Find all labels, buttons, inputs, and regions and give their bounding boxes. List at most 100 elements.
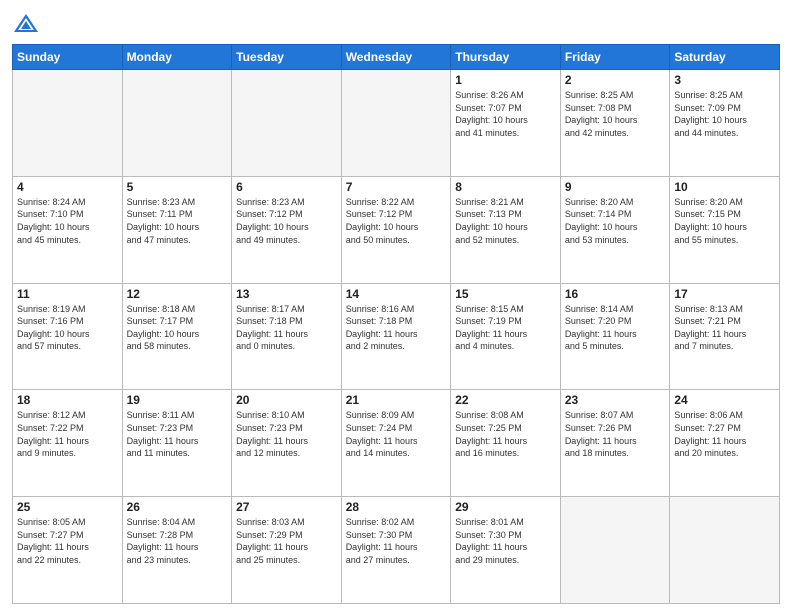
day-info: Sunrise: 8:23 AM Sunset: 7:12 PM Dayligh… bbox=[236, 196, 337, 246]
day-info: Sunrise: 8:11 AM Sunset: 7:23 PM Dayligh… bbox=[127, 409, 228, 459]
day-info: Sunrise: 8:18 AM Sunset: 7:17 PM Dayligh… bbox=[127, 303, 228, 353]
day-info: Sunrise: 8:20 AM Sunset: 7:14 PM Dayligh… bbox=[565, 196, 666, 246]
calendar-cell: 11 Sunrise: 8:19 AM Sunset: 7:16 PM Dayli… bbox=[13, 283, 123, 390]
week-row-0: 1 Sunrise: 8:26 AM Sunset: 7:07 PM Daylig… bbox=[13, 70, 780, 177]
page: SundayMondayTuesdayWednesdayThursdayFrid… bbox=[0, 0, 792, 612]
calendar-cell: 29 Sunrise: 8:01 AM Sunset: 7:30 PM Dayli… bbox=[451, 497, 561, 604]
day-number: 16 bbox=[565, 287, 666, 301]
logo bbox=[12, 10, 44, 38]
day-number: 1 bbox=[455, 73, 556, 87]
day-number: 26 bbox=[127, 500, 228, 514]
day-number: 19 bbox=[127, 393, 228, 407]
weekday-header-row: SundayMondayTuesdayWednesdayThursdayFrid… bbox=[13, 45, 780, 70]
day-number: 23 bbox=[565, 393, 666, 407]
weekday-header-friday: Friday bbox=[560, 45, 670, 70]
calendar-cell: 7 Sunrise: 8:22 AM Sunset: 7:12 PM Daylig… bbox=[341, 176, 451, 283]
calendar-cell: 27 Sunrise: 8:03 AM Sunset: 7:29 PM Dayli… bbox=[232, 497, 342, 604]
weekday-header-monday: Monday bbox=[122, 45, 232, 70]
day-info: Sunrise: 8:07 AM Sunset: 7:26 PM Dayligh… bbox=[565, 409, 666, 459]
calendar-cell bbox=[560, 497, 670, 604]
weekday-header-tuesday: Tuesday bbox=[232, 45, 342, 70]
calendar-cell: 19 Sunrise: 8:11 AM Sunset: 7:23 PM Dayli… bbox=[122, 390, 232, 497]
day-info: Sunrise: 8:02 AM Sunset: 7:30 PM Dayligh… bbox=[346, 516, 447, 566]
week-row-2: 11 Sunrise: 8:19 AM Sunset: 7:16 PM Dayli… bbox=[13, 283, 780, 390]
calendar-cell: 20 Sunrise: 8:10 AM Sunset: 7:23 PM Dayli… bbox=[232, 390, 342, 497]
day-number: 7 bbox=[346, 180, 447, 194]
calendar-cell: 6 Sunrise: 8:23 AM Sunset: 7:12 PM Daylig… bbox=[232, 176, 342, 283]
calendar-cell: 4 Sunrise: 8:24 AM Sunset: 7:10 PM Daylig… bbox=[13, 176, 123, 283]
day-info: Sunrise: 8:16 AM Sunset: 7:18 PM Dayligh… bbox=[346, 303, 447, 353]
day-info: Sunrise: 8:25 AM Sunset: 7:08 PM Dayligh… bbox=[565, 89, 666, 139]
weekday-header-wednesday: Wednesday bbox=[341, 45, 451, 70]
calendar-cell: 23 Sunrise: 8:07 AM Sunset: 7:26 PM Dayli… bbox=[560, 390, 670, 497]
day-number: 28 bbox=[346, 500, 447, 514]
calendar-cell bbox=[122, 70, 232, 177]
calendar-cell: 5 Sunrise: 8:23 AM Sunset: 7:11 PM Daylig… bbox=[122, 176, 232, 283]
day-info: Sunrise: 8:22 AM Sunset: 7:12 PM Dayligh… bbox=[346, 196, 447, 246]
day-number: 18 bbox=[17, 393, 118, 407]
day-number: 27 bbox=[236, 500, 337, 514]
day-number: 24 bbox=[674, 393, 775, 407]
calendar-cell: 15 Sunrise: 8:15 AM Sunset: 7:19 PM Dayli… bbox=[451, 283, 561, 390]
calendar-cell: 17 Sunrise: 8:13 AM Sunset: 7:21 PM Dayli… bbox=[670, 283, 780, 390]
week-row-1: 4 Sunrise: 8:24 AM Sunset: 7:10 PM Daylig… bbox=[13, 176, 780, 283]
day-number: 8 bbox=[455, 180, 556, 194]
calendar-cell: 24 Sunrise: 8:06 AM Sunset: 7:27 PM Dayli… bbox=[670, 390, 780, 497]
day-number: 13 bbox=[236, 287, 337, 301]
calendar-cell bbox=[341, 70, 451, 177]
day-number: 11 bbox=[17, 287, 118, 301]
day-number: 25 bbox=[17, 500, 118, 514]
calendar-cell: 25 Sunrise: 8:05 AM Sunset: 7:27 PM Dayli… bbox=[13, 497, 123, 604]
week-row-3: 18 Sunrise: 8:12 AM Sunset: 7:22 PM Dayli… bbox=[13, 390, 780, 497]
calendar-cell bbox=[13, 70, 123, 177]
day-info: Sunrise: 8:12 AM Sunset: 7:22 PM Dayligh… bbox=[17, 409, 118, 459]
calendar-cell: 16Sunrise: 8:14 AM Sunset: 7:20 PM Dayli… bbox=[560, 283, 670, 390]
day-info: Sunrise: 8:08 AM Sunset: 7:25 PM Dayligh… bbox=[455, 409, 556, 459]
calendar-cell: 3Sunrise: 8:25 AM Sunset: 7:09 PM Daylig… bbox=[670, 70, 780, 177]
calendar-cell: 8 Sunrise: 8:21 AM Sunset: 7:13 PM Daylig… bbox=[451, 176, 561, 283]
day-info: Sunrise: 8:24 AM Sunset: 7:10 PM Dayligh… bbox=[17, 196, 118, 246]
calendar-cell: 2Sunrise: 8:25 AM Sunset: 7:08 PM Daylig… bbox=[560, 70, 670, 177]
day-number: 22 bbox=[455, 393, 556, 407]
day-info: Sunrise: 8:06 AM Sunset: 7:27 PM Dayligh… bbox=[674, 409, 775, 459]
day-info: Sunrise: 8:26 AM Sunset: 7:07 PM Dayligh… bbox=[455, 89, 556, 139]
weekday-header-thursday: Thursday bbox=[451, 45, 561, 70]
weekday-header-sunday: Sunday bbox=[13, 45, 123, 70]
calendar-body: 1 Sunrise: 8:26 AM Sunset: 7:07 PM Daylig… bbox=[13, 70, 780, 604]
calendar-cell bbox=[232, 70, 342, 177]
day-info: Sunrise: 8:05 AM Sunset: 7:27 PM Dayligh… bbox=[17, 516, 118, 566]
logo-icon bbox=[12, 10, 40, 38]
day-number: 17 bbox=[674, 287, 775, 301]
calendar-cell: 12 Sunrise: 8:18 AM Sunset: 7:17 PM Dayli… bbox=[122, 283, 232, 390]
header bbox=[12, 10, 780, 38]
calendar-cell: 26 Sunrise: 8:04 AM Sunset: 7:28 PM Dayli… bbox=[122, 497, 232, 604]
day-number: 9 bbox=[565, 180, 666, 194]
calendar: SundayMondayTuesdayWednesdayThursdayFrid… bbox=[12, 44, 780, 604]
day-number: 15 bbox=[455, 287, 556, 301]
weekday-header-saturday: Saturday bbox=[670, 45, 780, 70]
day-info: Sunrise: 8:13 AM Sunset: 7:21 PM Dayligh… bbox=[674, 303, 775, 353]
calendar-cell: 9 Sunrise: 8:20 AM Sunset: 7:14 PM Daylig… bbox=[560, 176, 670, 283]
day-info: Sunrise: 8:04 AM Sunset: 7:28 PM Dayligh… bbox=[127, 516, 228, 566]
day-number: 20 bbox=[236, 393, 337, 407]
day-info: Sunrise: 8:03 AM Sunset: 7:29 PM Dayligh… bbox=[236, 516, 337, 566]
calendar-cell: 21 Sunrise: 8:09 AM Sunset: 7:24 PM Dayli… bbox=[341, 390, 451, 497]
day-info: Sunrise: 8:19 AM Sunset: 7:16 PM Dayligh… bbox=[17, 303, 118, 353]
day-info: Sunrise: 8:20 AM Sunset: 7:15 PM Dayligh… bbox=[674, 196, 775, 246]
day-info: Sunrise: 8:15 AM Sunset: 7:19 PM Dayligh… bbox=[455, 303, 556, 353]
day-info: Sunrise: 8:21 AM Sunset: 7:13 PM Dayligh… bbox=[455, 196, 556, 246]
day-number: 29 bbox=[455, 500, 556, 514]
calendar-cell: 14Sunrise: 8:16 AM Sunset: 7:18 PM Dayli… bbox=[341, 283, 451, 390]
day-number: 4 bbox=[17, 180, 118, 194]
day-info: Sunrise: 8:10 AM Sunset: 7:23 PM Dayligh… bbox=[236, 409, 337, 459]
calendar-cell: 28 Sunrise: 8:02 AM Sunset: 7:30 PM Dayli… bbox=[341, 497, 451, 604]
day-info: Sunrise: 8:01 AM Sunset: 7:30 PM Dayligh… bbox=[455, 516, 556, 566]
day-info: Sunrise: 8:09 AM Sunset: 7:24 PM Dayligh… bbox=[346, 409, 447, 459]
day-number: 5 bbox=[127, 180, 228, 194]
calendar-cell: 1 Sunrise: 8:26 AM Sunset: 7:07 PM Daylig… bbox=[451, 70, 561, 177]
day-number: 21 bbox=[346, 393, 447, 407]
day-info: Sunrise: 8:23 AM Sunset: 7:11 PM Dayligh… bbox=[127, 196, 228, 246]
day-number: 10 bbox=[674, 180, 775, 194]
day-number: 6 bbox=[236, 180, 337, 194]
day-number: 12 bbox=[127, 287, 228, 301]
